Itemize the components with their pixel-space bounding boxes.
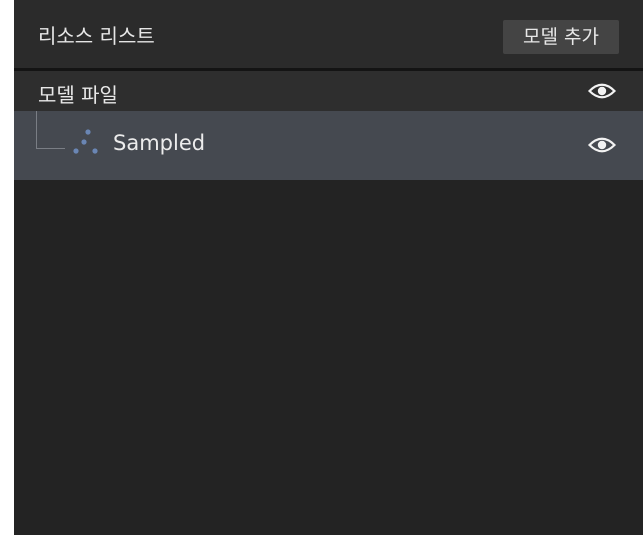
panel-title: 리소스 리스트 <box>38 24 155 48</box>
group-label: 모델 파일 <box>38 83 118 107</box>
panel-header: 리소스 리스트 모델 추가 <box>14 0 643 68</box>
point-cloud-icon <box>73 129 98 154</box>
resource-list-panel: 리소스 리스트 모델 추가 모델 파일 Sampled <box>14 0 643 535</box>
eye-icon[interactable] <box>588 135 616 155</box>
add-model-button[interactable]: 모델 추가 <box>503 20 619 54</box>
tree-connector-line <box>36 111 65 149</box>
tree-item-label: Sampled <box>113 131 206 155</box>
tree-group-model-files[interactable]: 모델 파일 <box>14 71 643 111</box>
eye-icon[interactable] <box>588 81 616 101</box>
tree-item-sampled[interactable]: Sampled <box>14 111 643 180</box>
